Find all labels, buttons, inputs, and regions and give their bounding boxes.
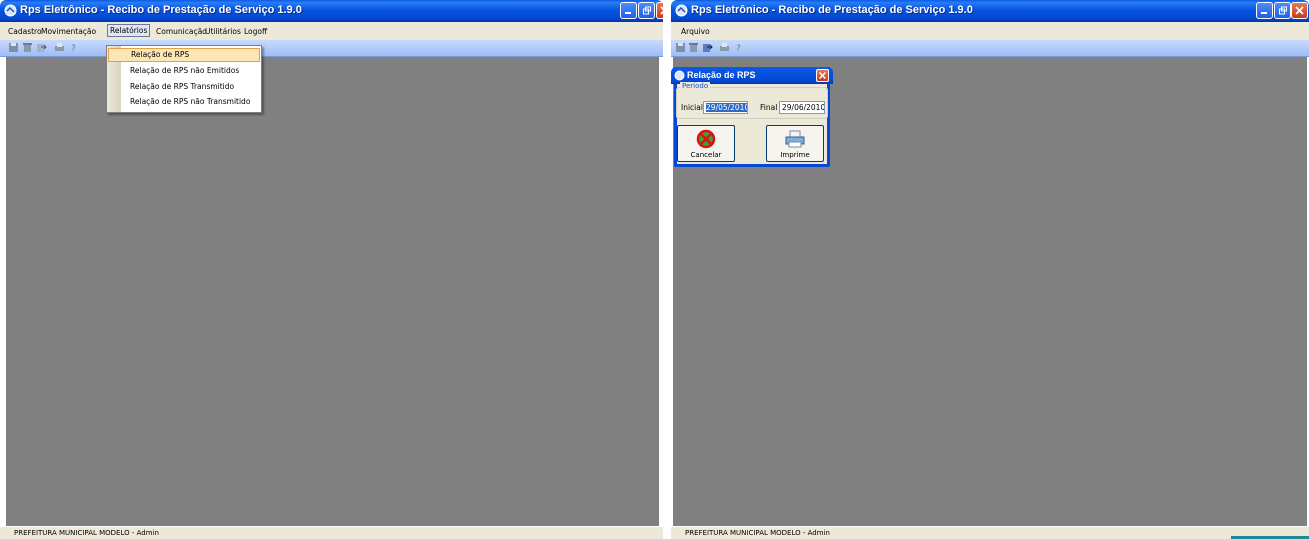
cancel-icon bbox=[696, 129, 716, 149]
status-bar: PREFEITURA MUNICIPAL MODELO - Admin bbox=[671, 526, 1309, 539]
app-icon bbox=[4, 4, 17, 17]
printer-icon bbox=[785, 130, 805, 148]
toolbar: ? bbox=[0, 40, 663, 57]
delete-icon[interactable] bbox=[688, 42, 699, 53]
final-date-field[interactable]: 29/06/2010 bbox=[779, 101, 825, 114]
delete-icon[interactable] bbox=[22, 42, 33, 53]
svg-text:?: ? bbox=[736, 44, 741, 53]
title-bar[interactable]: Rps Eletrônico - Recibo de Prestação de … bbox=[671, 0, 1309, 22]
minimize-icon bbox=[625, 12, 631, 14]
minimize-button[interactable] bbox=[1256, 2, 1273, 19]
app-icon bbox=[674, 70, 685, 81]
close-button[interactable] bbox=[1291, 2, 1308, 19]
main-window-left: Rps Eletrônico - Recibo de Prestação de … bbox=[0, 0, 663, 539]
minimize-button[interactable] bbox=[620, 2, 637, 19]
inicial-date-field[interactable]: 29/05/2010 bbox=[703, 101, 748, 114]
restore-icon bbox=[643, 6, 651, 15]
app-icon bbox=[675, 4, 688, 17]
relatorios-dropdown-menu: Relação de RPS Relação de RPS não Emitid… bbox=[106, 45, 262, 113]
menu-cadastro[interactable]: Cadastro bbox=[6, 25, 44, 38]
close-icon bbox=[1295, 6, 1304, 15]
final-label: Final bbox=[760, 103, 778, 112]
menu-utilitarios[interactable]: Utilitários bbox=[203, 25, 243, 38]
menu-comunicacao[interactable]: Comunicação bbox=[154, 25, 209, 38]
close-icon bbox=[660, 6, 663, 15]
status-bar: PREFEITURA MUNICIPAL MODELO - Admin bbox=[0, 526, 663, 539]
close-button[interactable] bbox=[656, 2, 663, 19]
status-text: PREFEITURA MUNICIPAL MODELO - Admin bbox=[14, 529, 159, 537]
help-icon[interactable]: ? bbox=[733, 42, 744, 53]
restore-button[interactable] bbox=[1274, 2, 1291, 19]
inicial-label: Inicial bbox=[681, 103, 703, 112]
restore-icon bbox=[1279, 6, 1287, 15]
workspace bbox=[6, 57, 659, 527]
export-icon[interactable] bbox=[36, 42, 47, 53]
close-icon bbox=[819, 72, 826, 79]
menu-bar: Arquivo bbox=[671, 22, 1309, 40]
menu-movimentacao[interactable]: Movimentação bbox=[39, 25, 98, 38]
dialog-close-button[interactable] bbox=[816, 69, 829, 82]
menu-item-relacao-transmitido[interactable]: Relação de RPS Transmitido bbox=[108, 80, 260, 94]
menu-logoff[interactable]: Logoff bbox=[242, 25, 269, 38]
print-label: Imprime bbox=[780, 151, 810, 159]
menu-item-relacao-nao-transmitido[interactable]: Relação de RPS não Transmitido bbox=[108, 95, 260, 109]
menu-relatorios[interactable]: Relatórios bbox=[107, 24, 151, 37]
menu-bar: Cadastro Movimentação Relatórios Comunic… bbox=[0, 22, 663, 40]
toolbar: ? bbox=[671, 40, 1309, 57]
menu-arquivo[interactable]: Arquivo bbox=[679, 25, 712, 38]
minimize-icon bbox=[1261, 12, 1267, 14]
restore-button[interactable] bbox=[638, 2, 655, 19]
menu-item-relacao-nao-emitidos[interactable]: Relação de RPS não Emitidos bbox=[108, 64, 260, 78]
title-bar[interactable]: Rps Eletrônico - Recibo de Prestação de … bbox=[0, 0, 663, 22]
save-icon[interactable] bbox=[8, 42, 19, 53]
svg-text:?: ? bbox=[71, 44, 76, 53]
save-icon[interactable] bbox=[675, 42, 686, 53]
inicial-date-value: 29/05/2010 bbox=[706, 103, 748, 112]
cancel-button[interactable]: Cancelar bbox=[677, 125, 735, 162]
window-title: Rps Eletrônico - Recibo de Prestação de … bbox=[691, 4, 973, 16]
print-icon[interactable] bbox=[54, 42, 65, 53]
print-button[interactable]: Imprime bbox=[766, 125, 824, 162]
dialog-title: Relação de RPS bbox=[687, 70, 756, 80]
status-text: PREFEITURA MUNICIPAL MODELO - Admin bbox=[685, 529, 830, 537]
cancel-label: Cancelar bbox=[690, 151, 722, 159]
menu-item-relacao-rps[interactable]: Relação de RPS bbox=[108, 48, 260, 62]
export-icon[interactable] bbox=[702, 42, 713, 53]
help-icon[interactable]: ? bbox=[68, 42, 79, 53]
window-title: Rps Eletrônico - Recibo de Prestação de … bbox=[20, 4, 302, 16]
periodo-group-label: Período bbox=[680, 82, 711, 90]
print-icon[interactable] bbox=[719, 42, 730, 53]
